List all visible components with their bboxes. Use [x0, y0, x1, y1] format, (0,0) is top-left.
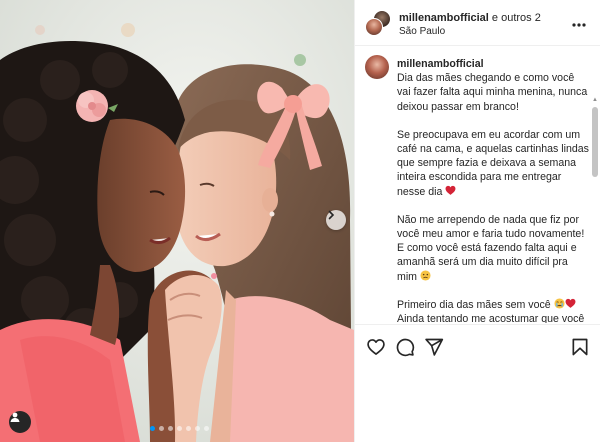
post-photo[interactable]: [0, 0, 354, 442]
post-dialog: millenambofficial e outros 2 São Paulo m…: [0, 0, 600, 442]
red-heart-emoji: [565, 298, 576, 308]
author-avatars[interactable]: [365, 10, 393, 38]
post-authors: millenambofficial e outros 2: [399, 12, 541, 25]
carousel-dot: [186, 426, 191, 431]
photo-illustration: [0, 0, 354, 442]
comments-scrollbar[interactable]: [592, 107, 598, 177]
caption-paragraph: Dia das mães chegando e como você vai fa…: [397, 71, 589, 114]
comment-button[interactable]: [395, 337, 415, 362]
carousel-dot: [159, 426, 164, 431]
author-username[interactable]: millenambofficial: [399, 12, 489, 24]
bookmark-icon: [572, 338, 588, 356]
carousel-dot: [168, 426, 173, 431]
caption-paragraph: Se preocupava em eu acordar com um café …: [397, 128, 589, 199]
comment-icon: [396, 338, 415, 357]
coauthors-link[interactable]: e outros 2: [492, 12, 541, 24]
post-side-panel: millenambofficial e outros 2 São Paulo m…: [354, 0, 600, 442]
caption-paragraph: Primeiro dia das mães sem você Ainda ten…: [397, 298, 589, 323]
chevron-right-icon: [328, 210, 335, 220]
carousel-dot: [195, 426, 200, 431]
carousel-dot: [177, 426, 182, 431]
caption-paragraph: Não me arrependo de nada que fiz por voc…: [397, 213, 589, 284]
like-button[interactable]: [366, 337, 386, 362]
sad-face-emoji: [420, 270, 431, 281]
avatar: [365, 18, 383, 36]
caption-text: Ainda tentando me acostumar que você não…: [397, 313, 585, 323]
caption-username[interactable]: millenambofficial: [397, 57, 589, 71]
user-tag-icon: [10, 412, 20, 422]
comments-section[interactable]: millenambofficial Dia das mães chegando …: [355, 47, 600, 323]
carousel-dot: [150, 426, 155, 431]
scroll-up-arrow[interactable]: ▲: [592, 97, 598, 103]
carousel-indicator: [150, 426, 209, 431]
carousel-next-button[interactable]: [326, 210, 346, 230]
more-options-button[interactable]: [572, 14, 586, 32]
caption-text: Primeiro dia das mães sem você: [397, 298, 551, 311]
carousel-dot: [204, 426, 209, 431]
red-heart-emoji: [445, 185, 456, 195]
caption-text: Se preocupava em eu acordar com um café …: [397, 128, 589, 198]
heart-icon: [367, 339, 385, 355]
post-header: millenambofficial e outros 2 São Paulo: [355, 0, 600, 46]
more-horizontal-icon: [572, 23, 586, 27]
caption-text: Dia das mães chegando e como você vai fa…: [397, 72, 588, 113]
crying-face-emoji: [554, 298, 565, 309]
paper-plane-icon: [425, 338, 444, 356]
post-actions: [355, 324, 600, 442]
tagged-users-button[interactable]: [9, 411, 31, 433]
post-location[interactable]: São Paulo: [399, 26, 445, 37]
save-button[interactable]: [570, 337, 590, 362]
share-button[interactable]: [424, 337, 444, 362]
post-caption: millenambofficial Dia das mães chegando …: [397, 57, 589, 323]
caption-avatar[interactable]: [365, 55, 389, 79]
